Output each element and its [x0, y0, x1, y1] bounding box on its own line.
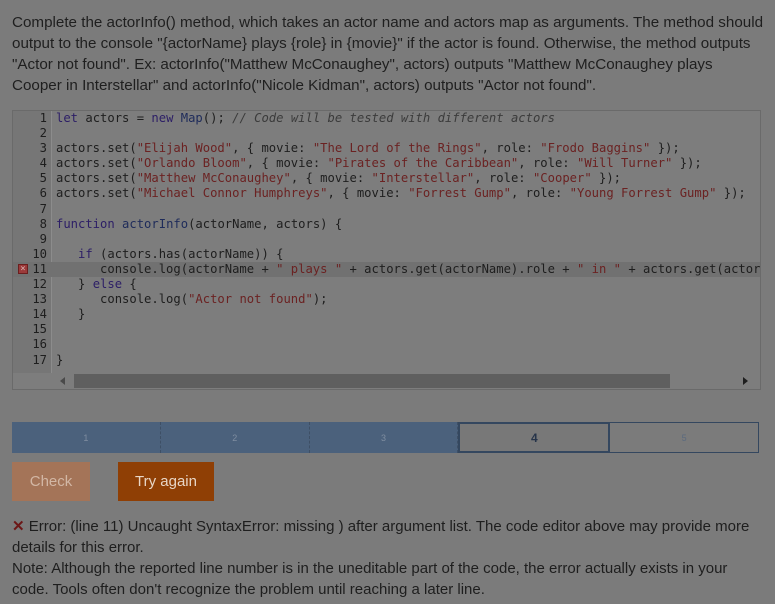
- code-line[interactable]: 6 actors.set("Michael Connor Humphreys", …: [13, 186, 760, 201]
- line-number: 4: [39, 156, 47, 171]
- code-line[interactable]: 5 actors.set("Matthew McConaughey", { mov…: [13, 171, 760, 186]
- code-editor[interactable]: 1 let actors = new Map(); // Code will be…: [12, 110, 761, 390]
- code-line[interactable]: 1 let actors = new Map(); // Code will be…: [13, 111, 760, 126]
- line-number: 12: [32, 277, 47, 292]
- code-line[interactable]: 13 console.log("Actor not found");: [13, 292, 760, 307]
- error-text: Error: (line 11) Uncaught SyntaxError: m…: [12, 518, 750, 556]
- code-line[interactable]: 17}: [13, 353, 760, 368]
- scrollbar-thumb[interactable]: [74, 374, 670, 388]
- line-number: 6: [39, 186, 47, 201]
- progress-step-5[interactable]: 5: [610, 422, 759, 453]
- code-line[interactable]: 9: [13, 232, 760, 247]
- line-number: 13: [32, 292, 47, 307]
- code-text[interactable]: console.log(actorName + " plays " + acto…: [56, 262, 760, 277]
- try-again-button[interactable]: Try again: [118, 462, 214, 501]
- code-line[interactable]: 3 actors.set("Elijah Wood", { movie: "The…: [13, 141, 760, 156]
- code-line[interactable]: 7: [13, 202, 760, 217]
- code-line[interactable]: 14 }: [13, 307, 760, 322]
- progress-step-3[interactable]: 3: [309, 422, 459, 453]
- line-number: 3: [39, 141, 47, 156]
- line-number: 10: [32, 246, 47, 261]
- line-number: 16: [32, 337, 47, 352]
- line-number: 15: [32, 322, 47, 337]
- code-line[interactable]: 4 actors.set("Orlando Bloom", { movie: "P…: [13, 156, 760, 171]
- line-number: 9: [39, 231, 47, 246]
- code-text[interactable]: actors.set("Matthew McConaughey", { movi…: [56, 171, 621, 186]
- code-line[interactable]: 11 × console.log(actorName + " plays " + …: [13, 261, 760, 278]
- code-text[interactable]: actors.set("Elijah Wood", { movie: "The …: [56, 141, 680, 156]
- line-number: 2: [39, 126, 47, 141]
- line-number: 7: [39, 201, 47, 216]
- progress-step-1[interactable]: 1: [12, 422, 161, 453]
- code-text[interactable]: } else {: [56, 277, 137, 292]
- code-text[interactable]: if (actors.has(actorName)) {: [56, 247, 283, 262]
- line-number: 8: [39, 216, 47, 231]
- level-progress-bar: 12345: [12, 422, 759, 453]
- code-line[interactable]: 2: [13, 126, 760, 141]
- code-lines[interactable]: 1 let actors = new Map(); // Code will be…: [13, 111, 760, 368]
- error-marker-icon[interactable]: ×: [18, 263, 28, 274]
- code-text[interactable]: }: [56, 307, 85, 322]
- progress-step-2[interactable]: 2: [160, 422, 310, 453]
- horizontal-scrollbar[interactable]: [13, 373, 760, 389]
- line-number: 14: [32, 307, 47, 322]
- scroll-left-icon[interactable]: [60, 377, 65, 385]
- progress-step-4[interactable]: 4: [458, 422, 611, 453]
- scroll-right-icon[interactable]: [743, 377, 748, 385]
- line-number: 5: [39, 171, 47, 186]
- code-line[interactable]: 15: [13, 322, 760, 337]
- code-text[interactable]: console.log("Actor not found");: [56, 292, 328, 307]
- error-note: Note: Although the reported line number …: [12, 560, 728, 598]
- line-number: 1: [39, 111, 47, 125]
- line-number: 17: [32, 352, 47, 367]
- code-text[interactable]: }: [56, 353, 63, 368]
- code-line[interactable]: 10 if (actors.has(actorName)) {: [13, 247, 760, 262]
- x-icon: ✕: [12, 518, 25, 535]
- code-line[interactable]: 12 } else {: [13, 277, 760, 292]
- error-message: ✕ Error: (line 11) Uncaught SyntaxError:…: [12, 516, 764, 600]
- code-text[interactable]: actors.set("Michael Connor Humphreys", {…: [56, 186, 746, 201]
- code-line[interactable]: 8 function actorInfo(actorName, actors) {: [13, 217, 760, 232]
- code-text[interactable]: function actorInfo(actorName, actors) {: [56, 217, 342, 232]
- code-text[interactable]: actors.set("Orlando Bloom", { movie: "Pi…: [56, 156, 702, 171]
- code-line[interactable]: 16: [13, 337, 760, 352]
- check-button[interactable]: Check: [12, 462, 90, 501]
- code-text[interactable]: let actors = new Map(); // Code will be …: [56, 111, 555, 126]
- instructions-text: Complete the actorInfo() method, which t…: [12, 14, 764, 94]
